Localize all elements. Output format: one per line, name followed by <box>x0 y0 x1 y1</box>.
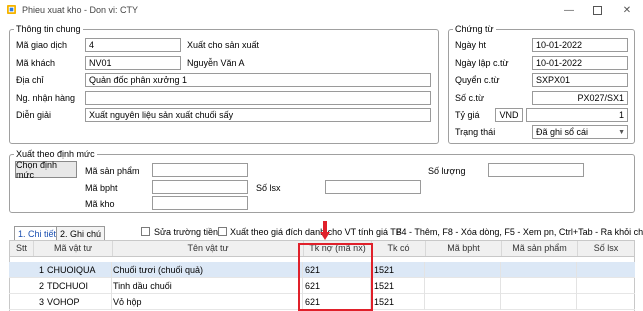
ma-khach-desc: Nguyễn Văn A <box>187 58 245 68</box>
cell-ten-vt[interactable]: Vỏ hộp <box>113 294 142 310</box>
choose-norm-button[interactable]: Chọn định mức <box>15 160 77 180</box>
dien-giai-input[interactable]: Xuất nguyên liệu sản xuất chuối sấy <box>85 108 431 122</box>
ngay-ht-input[interactable]: 10-01-2022 <box>532 38 628 52</box>
currency-input[interactable]: VND <box>495 108 523 122</box>
col-header-ma-bpht[interactable]: Mã bpht <box>426 241 502 256</box>
nguoi-nhan-input[interactable] <box>85 91 431 105</box>
ma-giao-dich-input[interactable]: 4 <box>85 38 181 52</box>
shortcut-hint: F4 - Thêm, F8 - Xóa dòng, F5 - Xem pn, C… <box>396 227 643 237</box>
cell-ma-vt[interactable]: TDCHUOI <box>47 278 88 294</box>
cell-stt: 3 <box>39 297 45 307</box>
cell-ten-vt[interactable]: Chuối tươi (chuối quả) <box>113 262 203 278</box>
cell-stt: 1 <box>39 265 45 275</box>
ma-khach-label: Mã khách <box>16 58 56 68</box>
col-header-tk-co[interactable]: Tk có <box>372 241 426 256</box>
ma-giao-dich-label: Mã giao dịch <box>16 40 68 50</box>
ma-kho-label: Mã kho <box>85 199 115 209</box>
app-icon <box>7 5 16 14</box>
nguoi-nhan-label: Ng. nhận hàng <box>16 93 76 103</box>
maximize-icon[interactable] <box>590 3 604 17</box>
rate-input[interactable]: 1 <box>526 108 628 122</box>
col-header-ma-san-pham[interactable]: Mã sản phẩm <box>502 241 578 256</box>
tab-note[interactable]: 2. Ghi chú <box>56 226 106 241</box>
minimize-icon[interactable]: — <box>562 3 576 17</box>
window-title: Phieu xuat kho - Don vi: CTY <box>22 5 139 15</box>
arrow-down-icon <box>320 221 330 240</box>
dien-giai-label: Diễn giải <box>16 110 52 120</box>
so-lsx-input[interactable] <box>325 180 421 194</box>
cell-ma-vt[interactable]: VOHOP <box>47 294 80 310</box>
col-header-ma-vat-tu[interactable]: Mã vật tư <box>34 241 113 256</box>
trang-thai-select[interactable]: Đã ghi sổ cái ▼ <box>532 125 628 139</box>
ma-san-pham-label: Mã sản phẩm <box>85 166 140 176</box>
col-header-stt[interactable]: Stt <box>10 241 34 256</box>
ma-giao-dich-desc: Xuất cho sản xuất <box>187 40 260 50</box>
cell-tk-co[interactable]: 1521 <box>374 294 394 310</box>
trang-thai-value: Đã ghi sổ cái <box>536 127 589 137</box>
voucher-title: Chứng từ <box>453 24 496 34</box>
so-luong-input[interactable] <box>488 163 584 177</box>
close-icon[interactable]: ✕ <box>620 3 634 17</box>
cell-ten-vt[interactable]: Tinh dầu chuối <box>113 278 172 294</box>
col-header-ten-vat-tu[interactable]: Tên vật tư <box>113 241 304 256</box>
dia-chi-input[interactable]: Quản đốc phân xưởng 1 <box>85 73 431 87</box>
ma-bpht-label: Mã bpht <box>85 183 118 193</box>
quyen-label: Quyển c.từ <box>455 75 500 85</box>
ngay-lap-input[interactable]: 10-01-2022 <box>532 56 628 70</box>
so-lsx-label: Số lsx <box>256 183 281 193</box>
ma-khach-input[interactable]: NV01 <box>85 56 181 70</box>
norm-title: Xuất theo định mức <box>14 149 97 159</box>
sua-truong-tien-label: Sửa trường tiền <box>154 227 218 237</box>
highlight-box <box>298 243 373 311</box>
cell-stt: 2 <box>39 281 45 291</box>
dia-chi-label: Địa chỉ <box>16 75 44 85</box>
cell-tk-co[interactable]: 1521 <box>374 278 394 294</box>
title-bar: Phieu xuat kho - Don vi: CTY — ✕ <box>0 0 643 20</box>
tab-detail[interactable]: 1. Chi tiết <box>14 226 61 241</box>
ma-san-pham-input[interactable] <box>152 163 248 177</box>
ma-bpht-input[interactable] <box>152 180 248 194</box>
trang-thai-label: Trạng thái <box>455 127 496 137</box>
xuat-theo-gia-label: Xuất theo giá đích danh cho VT tính giá … <box>230 227 402 237</box>
so-ct-input[interactable]: PX027/SX1 <box>532 91 628 105</box>
so-luong-label: Số lượng <box>428 166 466 176</box>
cell-tk-co[interactable]: 1521 <box>374 262 394 278</box>
quyen-input[interactable]: SXPX01 <box>532 73 628 87</box>
so-ct-label: Số c.từ <box>455 93 485 103</box>
cell-ma-vt[interactable]: CHUOIQUA <box>47 262 96 278</box>
ma-kho-input[interactable] <box>152 196 248 210</box>
general-info-title: Thông tin chung <box>14 24 83 34</box>
sua-truong-tien-checkbox[interactable] <box>141 227 150 236</box>
col-header-so-lsx[interactable]: Số lsx <box>578 241 634 256</box>
chevron-down-icon: ▼ <box>618 129 625 136</box>
xuat-theo-gia-checkbox[interactable] <box>218 227 227 236</box>
ngay-ht-label: Ngày ht <box>455 40 487 50</box>
ty-gia-label: Tỷ giá <box>455 110 480 120</box>
ngay-lap-label: Ngày lập c.từ <box>455 58 509 68</box>
